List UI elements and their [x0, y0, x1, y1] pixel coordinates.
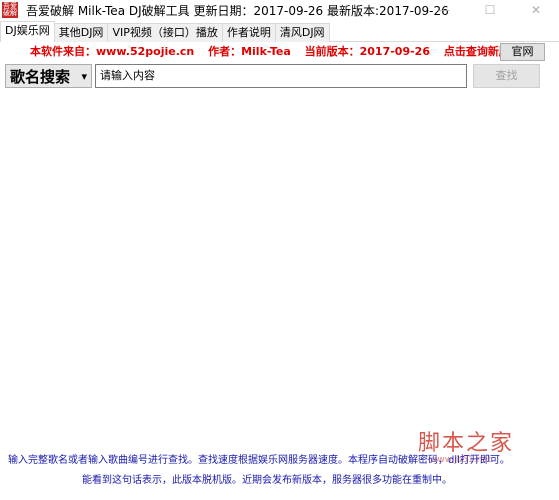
- footer-hint-2: 能看到这句话表示，此版本脱机版。近期会发布新版本，服务器很多功能在重制中。: [82, 475, 452, 486]
- author-text: 作者：Milk-Tea: [208, 45, 291, 58]
- results-area: [0, 92, 559, 442]
- search-input[interactable]: 请输入内容: [95, 64, 467, 88]
- tab-vip-video[interactable]: VIP视频（接口）播放: [107, 23, 223, 42]
- tab-author-notes[interactable]: 作者说明: [221, 23, 276, 42]
- tab-bar: DJ娱乐网 其他DJ网 VIP视频（接口）播放 作者说明 清风DJ网: [0, 21, 559, 42]
- tab-qingfeng-dj[interactable]: 清风DJ网: [274, 23, 330, 42]
- title-bar: 吾爱 破解 吾爱破解 Milk-Tea DJ破解工具 更新日期：2017-09-2…: [0, 0, 559, 20]
- version-text: 当前版本：2017-09-26: [304, 45, 430, 58]
- app-logo-icon: 吾爱 破解: [2, 2, 18, 18]
- maximize-button[interactable]: ☐: [467, 0, 513, 20]
- footer-hint-1: 输入完整歌名或者输入歌曲编号进行查找。查找速度根据娱乐网服务器速度。本程序自动破…: [8, 455, 510, 466]
- tab-dj-entertainment[interactable]: DJ娱乐网: [0, 21, 55, 42]
- search-button[interactable]: 查找: [473, 64, 540, 88]
- window-title: 吾爱破解 Milk-Tea DJ破解工具 更新日期：2017-09-26 最新版…: [26, 3, 449, 18]
- minimize-button[interactable]: —: [421, 0, 467, 20]
- watermark-logo: 脚本之家: [418, 431, 515, 456]
- official-site-button[interactable]: 官网: [500, 43, 545, 61]
- chevron-down-icon: ▾: [81, 70, 87, 83]
- window-controls: — ☐ ✕: [421, 0, 559, 20]
- search-type-label: 歌名搜索: [10, 68, 71, 86]
- tab-other-dj[interactable]: 其他DJ网: [53, 23, 109, 42]
- info-line: 本软件来自：www.52pojie.cn 作者：Milk-Tea 当前版本：20…: [30, 44, 531, 60]
- source-text: 本软件来自：www.52pojie.cn: [30, 45, 195, 58]
- search-type-select[interactable]: 歌名搜索 ▾: [5, 64, 92, 88]
- close-button[interactable]: ✕: [513, 0, 559, 20]
